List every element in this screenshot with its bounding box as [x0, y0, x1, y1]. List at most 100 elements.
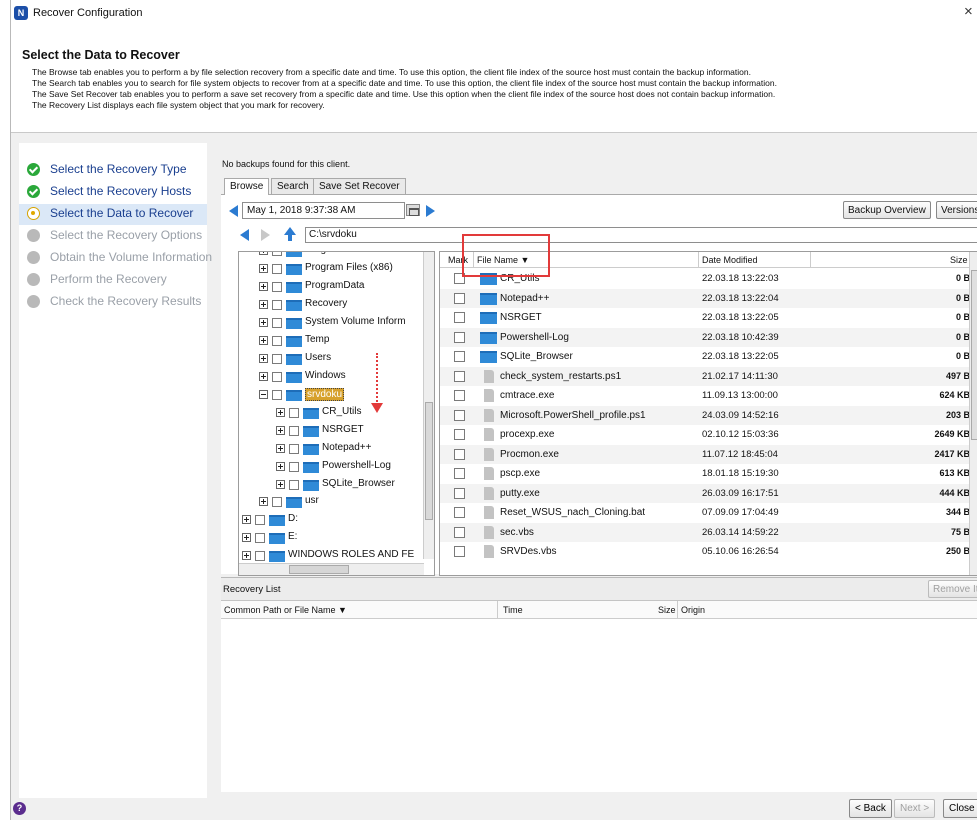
expand-icon[interactable] — [276, 444, 285, 453]
tree-node[interactable]: usr — [239, 494, 429, 512]
tab-browse[interactable]: Browse — [224, 178, 270, 195]
next-date-icon[interactable] — [426, 205, 435, 217]
mark-checkbox[interactable] — [454, 351, 465, 362]
expand-icon[interactable] — [259, 264, 268, 273]
tree-node[interactable]: NSRGET — [239, 423, 429, 441]
file-row[interactable]: SRVDes.vbs 05.10.06 16:26:54 250 B — [440, 542, 970, 562]
calendar-icon[interactable] — [406, 204, 420, 216]
col-common-path[interactable]: Common Path or File Name ▼ — [224, 605, 347, 615]
mark-checkbox[interactable] — [454, 448, 465, 460]
tab-save-set-recover[interactable]: Save Set Recover — [313, 178, 406, 194]
file-row[interactable]: procexp.exe 02.10.12 15:03:36 2649 KB — [440, 425, 970, 445]
mark-checkbox[interactable] — [454, 292, 465, 304]
expand-icon[interactable] — [259, 300, 268, 309]
next-button[interactable]: Next > — [894, 799, 936, 818]
tree-horizontal-scrollbar[interactable] — [239, 563, 424, 575]
file-row[interactable]: cmtrace.exe 11.09.13 13:00:00 624 KB — [440, 386, 970, 406]
mark-checkbox[interactable] — [272, 264, 282, 274]
file-list-scrollbar[interactable] — [969, 252, 977, 575]
tree-node[interactable]: E: — [239, 530, 429, 548]
previous-date-icon[interactable] — [229, 205, 238, 217]
step-select-data[interactable]: Select the Data to Recover — [19, 204, 207, 225]
expand-icon[interactable] — [242, 551, 251, 560]
close-icon[interactable]: × — [964, 4, 977, 19]
col-origin[interactable]: Origin — [681, 605, 705, 615]
expand-icon[interactable] — [259, 372, 268, 381]
mark-checkbox[interactable] — [272, 390, 282, 400]
tree-node[interactable]: Recovery — [239, 297, 429, 315]
tree-node[interactable]: Program Files (x86) — [239, 261, 429, 279]
collapse-icon[interactable] — [259, 390, 268, 399]
mark-checkbox[interactable] — [454, 487, 465, 499]
file-row[interactable]: SQLite_Browser 22.03.18 13:22:05 0 B — [440, 347, 970, 367]
mark-checkbox[interactable] — [454, 312, 465, 323]
mark-checkbox[interactable] — [454, 526, 465, 538]
mark-checkbox[interactable] — [454, 409, 465, 421]
tab-search[interactable]: Search — [271, 178, 315, 194]
tree-vertical-scrollbar[interactable] — [423, 252, 434, 559]
expand-icon[interactable] — [259, 252, 268, 255]
mark-checkbox[interactable] — [272, 282, 282, 292]
back-icon[interactable] — [240, 229, 249, 241]
file-row[interactable]: Powershell-Log 22.03.18 10:42:39 0 B — [440, 327, 970, 347]
mark-checkbox[interactable] — [454, 331, 465, 343]
mark-checkbox[interactable] — [454, 507, 465, 518]
mark-checkbox[interactable] — [255, 515, 265, 525]
expand-icon[interactable] — [242, 515, 251, 524]
tree-node[interactable]: Notepad++ — [239, 441, 429, 459]
col-time[interactable]: Time — [503, 605, 523, 615]
tree-node[interactable]: ProgramData — [239, 279, 429, 297]
file-row[interactable]: Procmon.exe 11.07.12 18:45:04 2417 KB — [440, 444, 970, 464]
mark-checkbox[interactable] — [289, 462, 299, 472]
scrollbar-thumb[interactable] — [289, 565, 349, 574]
up-icon[interactable] — [284, 227, 296, 235]
close-button[interactable]: Close — [943, 799, 977, 818]
mark-checkbox[interactable] — [272, 252, 282, 256]
mark-checkbox[interactable] — [289, 426, 299, 436]
tree-node[interactable]: SQLite_Browser — [239, 477, 429, 495]
mark-checkbox[interactable] — [272, 354, 282, 364]
mark-checkbox[interactable] — [454, 468, 465, 479]
mark-checkbox[interactable] — [289, 408, 299, 418]
expand-icon[interactable] — [276, 480, 285, 489]
mark-checkbox[interactable] — [272, 372, 282, 382]
path-input[interactable]: C:\srvdoku — [305, 227, 977, 243]
tree-node[interactable]: CR_Utils — [239, 405, 429, 423]
expand-icon[interactable] — [259, 497, 268, 506]
tree-node[interactable]: D: — [239, 512, 429, 530]
mark-checkbox[interactable] — [272, 336, 282, 346]
tree-node[interactable]: Program Files — [239, 252, 429, 261]
expand-icon[interactable] — [276, 462, 285, 471]
tree-node[interactable]: Windows — [239, 369, 429, 387]
expand-icon[interactable] — [242, 533, 251, 542]
file-row[interactable]: sec.vbs 26.03.14 14:59:22 75 B — [440, 522, 970, 542]
mark-checkbox[interactable] — [255, 533, 265, 543]
tree-node[interactable]: Users — [239, 351, 429, 369]
expand-icon[interactable] — [276, 408, 285, 417]
mark-checkbox[interactable] — [255, 551, 265, 561]
back-button[interactable]: < Back — [849, 799, 892, 818]
mark-checkbox[interactable] — [454, 390, 465, 401]
help-icon[interactable]: ? — [13, 802, 26, 815]
expand-icon[interactable] — [259, 282, 268, 291]
expand-icon[interactable] — [259, 336, 268, 345]
expand-icon[interactable] — [259, 354, 268, 363]
expand-icon[interactable] — [259, 318, 268, 327]
scrollbar-thumb[interactable] — [425, 402, 433, 520]
file-row[interactable]: NSRGET 22.03.18 13:22:05 0 B — [440, 308, 970, 328]
col-size[interactable]: Size — [658, 605, 676, 615]
file-row[interactable]: pscp.exe 18.01.18 15:19:30 613 KB — [440, 464, 970, 484]
expand-icon[interactable] — [276, 426, 285, 435]
col-size[interactable]: Size — [950, 255, 968, 265]
backup-overview-button[interactable]: Backup Overview — [843, 201, 931, 219]
mark-checkbox[interactable] — [454, 429, 465, 440]
tree-node[interactable]: Powershell-Log — [239, 459, 429, 477]
browse-date-field[interactable]: May 1, 2018 9:37:38 AM — [242, 202, 405, 219]
tree-node[interactable]: Temp — [239, 333, 429, 351]
file-row[interactable]: check_system_restarts.ps1 21.02.17 14:11:… — [440, 366, 970, 386]
file-row[interactable]: putty.exe 26.03.09 16:17:51 444 KB — [440, 483, 970, 503]
versions-button[interactable]: Versions — [936, 201, 977, 219]
mark-checkbox[interactable] — [454, 370, 465, 382]
mark-checkbox[interactable] — [454, 546, 465, 557]
file-row[interactable]: Microsoft.PowerShell_profile.ps1 24.03.09… — [440, 405, 970, 425]
